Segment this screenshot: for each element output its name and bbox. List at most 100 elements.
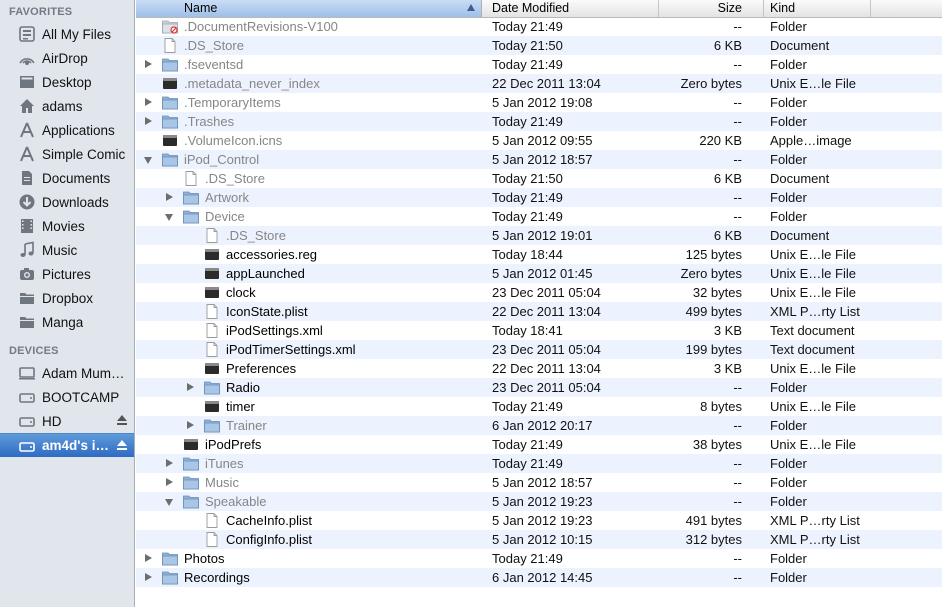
file-row[interactable]: Photos Today 21:49 -- Folder — [136, 549, 942, 568]
sidebar-item-movies[interactable]: Movies — [0, 214, 134, 238]
file-row[interactable]: accessories.reg Today 18:44 125 bytes Unix … — [136, 245, 942, 264]
disclosure-closed-icon[interactable] — [187, 383, 194, 391]
file-row[interactable]: Recordings 6 Jan 2012 14:45 -- Folder — [136, 568, 942, 587]
file-row[interactable]: CacheInfo.plist 5 Jan 2012 19:23 491 bytes… — [136, 511, 942, 530]
file-date: 6 Jan 2012 20:17 — [492, 418, 593, 433]
file-kind: Document — [770, 171, 830, 186]
file-row[interactable]: .TemporaryItems 5 Jan 2012 19:08 -- Folder — [136, 93, 942, 112]
sidebar-item-desktop[interactable]: Desktop — [0, 70, 134, 94]
sidebar-item-label: BOOTCAMP — [42, 389, 120, 405]
column-size-label[interactable]: Size — [718, 1, 742, 15]
file-name: iPodTimerSettings.xml — [226, 342, 356, 357]
file-date: Today 21:49 — [492, 437, 563, 452]
file-row[interactable]: Music 5 Jan 2012 18:57 -- Folder — [136, 473, 942, 492]
eject-icon[interactable] — [116, 439, 128, 451]
folder-icon — [183, 475, 199, 490]
sidebar-item-adams[interactable]: adams — [0, 94, 134, 118]
column-divider[interactable] — [658, 0, 659, 17]
sidebar-item-music[interactable]: Music — [0, 238, 134, 262]
file-date: Today 21:49 — [492, 209, 563, 224]
document-icon — [204, 304, 220, 319]
file-name: accessories.reg — [226, 247, 318, 262]
file-row[interactable]: Radio 23 Dec 2011 05:04 -- Folder — [136, 378, 942, 397]
file-row[interactable]: iPodPrefs Today 21:49 38 bytes Unix E…le Fi… — [136, 435, 942, 454]
file-date: 5 Jan 2012 19:23 — [492, 513, 593, 528]
file-kind: Folder — [770, 570, 807, 585]
file-size: -- — [733, 418, 742, 433]
file-row[interactable]: iTunes Today 21:49 -- Folder — [136, 454, 942, 473]
sidebar-item-label: adams — [42, 98, 83, 114]
file-row[interactable]: iPodSettings.xml Today 18:41 3 KB Text docu… — [136, 321, 942, 340]
eject-icon[interactable] — [116, 414, 128, 426]
sidebar-item-all-my-files[interactable]: All My Files — [0, 22, 134, 46]
file-row[interactable]: .DS_Store 5 Jan 2012 19:01 6 KB Document — [136, 226, 942, 245]
file-row[interactable]: .DS_Store Today 21:50 6 KB Document — [136, 169, 942, 188]
file-row[interactable]: .DocumentRevisions-V100 Today 21:49 -- Fold… — [136, 17, 942, 36]
sidebar-item-airdrop[interactable]: AirDrop — [0, 46, 134, 70]
disclosure-closed-icon[interactable] — [166, 478, 173, 486]
file-row[interactable]: Artwork Today 21:49 -- Folder — [136, 188, 942, 207]
sidebar-device-hd[interactable]: HD — [0, 409, 134, 433]
column-header-name[interactable]: Name — [136, 0, 482, 17]
file-date: 5 Jan 2012 19:23 — [492, 494, 593, 509]
file-size: -- — [733, 475, 742, 490]
file-size: -- — [733, 456, 742, 471]
disclosure-closed-icon[interactable] — [145, 60, 152, 68]
column-kind-label[interactable]: Kind — [770, 1, 795, 15]
folder-icon — [162, 570, 178, 585]
file-row[interactable]: iPodTimerSettings.xml 23 Dec 2011 05:04 19… — [136, 340, 942, 359]
file-row[interactable]: ConfigInfo.plist 5 Jan 2012 10:15 312 byte… — [136, 530, 942, 549]
disclosure-closed-icon[interactable] — [145, 98, 152, 106]
column-date-label[interactable]: Date Modified — [492, 1, 569, 15]
file-row[interactable]: Speakable 5 Jan 2012 19:23 -- Folder — [136, 492, 942, 511]
disclosure-closed-icon[interactable] — [166, 193, 173, 201]
file-row[interactable]: .metadata_never_index 22 Dec 2011 13:04 Ze… — [136, 74, 942, 93]
disclosure-open-icon[interactable] — [144, 157, 152, 164]
document-icon — [204, 342, 220, 357]
sidebar-item-simple-comic[interactable]: Simple Comic — [0, 142, 134, 166]
disclosure-closed-icon[interactable] — [166, 459, 173, 467]
sidebar-device-adam-mum[interactable]: Adam Mum… — [0, 361, 134, 385]
file-date: 5 Jan 2012 18:57 — [492, 152, 593, 167]
disclosure-closed-icon[interactable] — [187, 421, 194, 429]
sidebar-device-bootcamp[interactable]: BOOTCAMP — [0, 385, 134, 409]
disclosure-open-icon[interactable] — [165, 214, 173, 221]
file-size: 499 bytes — [685, 304, 742, 319]
file-row[interactable]: Device Today 21:49 -- Folder — [136, 207, 942, 226]
disclosure-closed-icon[interactable] — [145, 554, 152, 562]
disclosure-closed-icon[interactable] — [145, 573, 152, 581]
file-row[interactable]: appLaunched 5 Jan 2012 01:45 Zero bytes Uni… — [136, 264, 942, 283]
file-row[interactable]: timer Today 21:49 8 bytes Unix E…le File — [136, 397, 942, 416]
file-row[interactable]: .VolumeIcon.icns 5 Jan 2012 09:55 220 KB Ap… — [136, 131, 942, 150]
sidebar-item-documents[interactable]: Documents — [0, 166, 134, 190]
file-row[interactable]: iPod_Control 5 Jan 2012 18:57 -- Folder — [136, 150, 942, 169]
file-row[interactable]: .Trashes Today 21:49 -- Folder — [136, 112, 942, 131]
sidebar-item-pictures[interactable]: Pictures — [0, 262, 134, 286]
sidebar-item-label: AirDrop — [42, 50, 88, 66]
file-kind: XML P…rty List — [770, 513, 860, 528]
document-icon — [204, 228, 220, 243]
file-date: 23 Dec 2011 05:04 — [492, 342, 601, 357]
sidebar-item-dropbox[interactable]: Dropbox — [0, 286, 134, 310]
sort-ascending-icon — [467, 4, 475, 11]
file-row[interactable]: Preferences 22 Dec 2011 13:04 3 KB Unix E…l… — [136, 359, 942, 378]
file-row[interactable]: clock 23 Dec 2011 05:04 32 bytes Unix E…le … — [136, 283, 942, 302]
sidebar-item-applications[interactable]: Applications — [0, 118, 134, 142]
column-divider[interactable] — [870, 0, 871, 17]
file-row[interactable]: .fseventsd Today 21:49 -- Folder — [136, 55, 942, 74]
exec-icon — [204, 285, 220, 300]
file-row[interactable]: Trainer 6 Jan 2012 20:17 -- Folder — [136, 416, 942, 435]
file-size: 8 bytes — [700, 399, 742, 414]
file-row[interactable]: IconState.plist 22 Dec 2011 13:04 499 byte… — [136, 302, 942, 321]
sidebar-device-am4d-s-i[interactable]: am4d's i… — [0, 433, 134, 457]
folder-icon — [17, 313, 37, 331]
disclosure-closed-icon[interactable] — [145, 117, 152, 125]
column-divider[interactable] — [763, 0, 764, 17]
file-date: Today 21:50 — [492, 38, 563, 53]
file-name: .DS_Store — [184, 38, 244, 53]
folder-icon — [183, 494, 199, 509]
sidebar-item-manga[interactable]: Manga — [0, 310, 134, 334]
disclosure-open-icon[interactable] — [165, 499, 173, 506]
file-row[interactable]: .DS_Store Today 21:50 6 KB Document — [136, 36, 942, 55]
sidebar-item-downloads[interactable]: Downloads — [0, 190, 134, 214]
